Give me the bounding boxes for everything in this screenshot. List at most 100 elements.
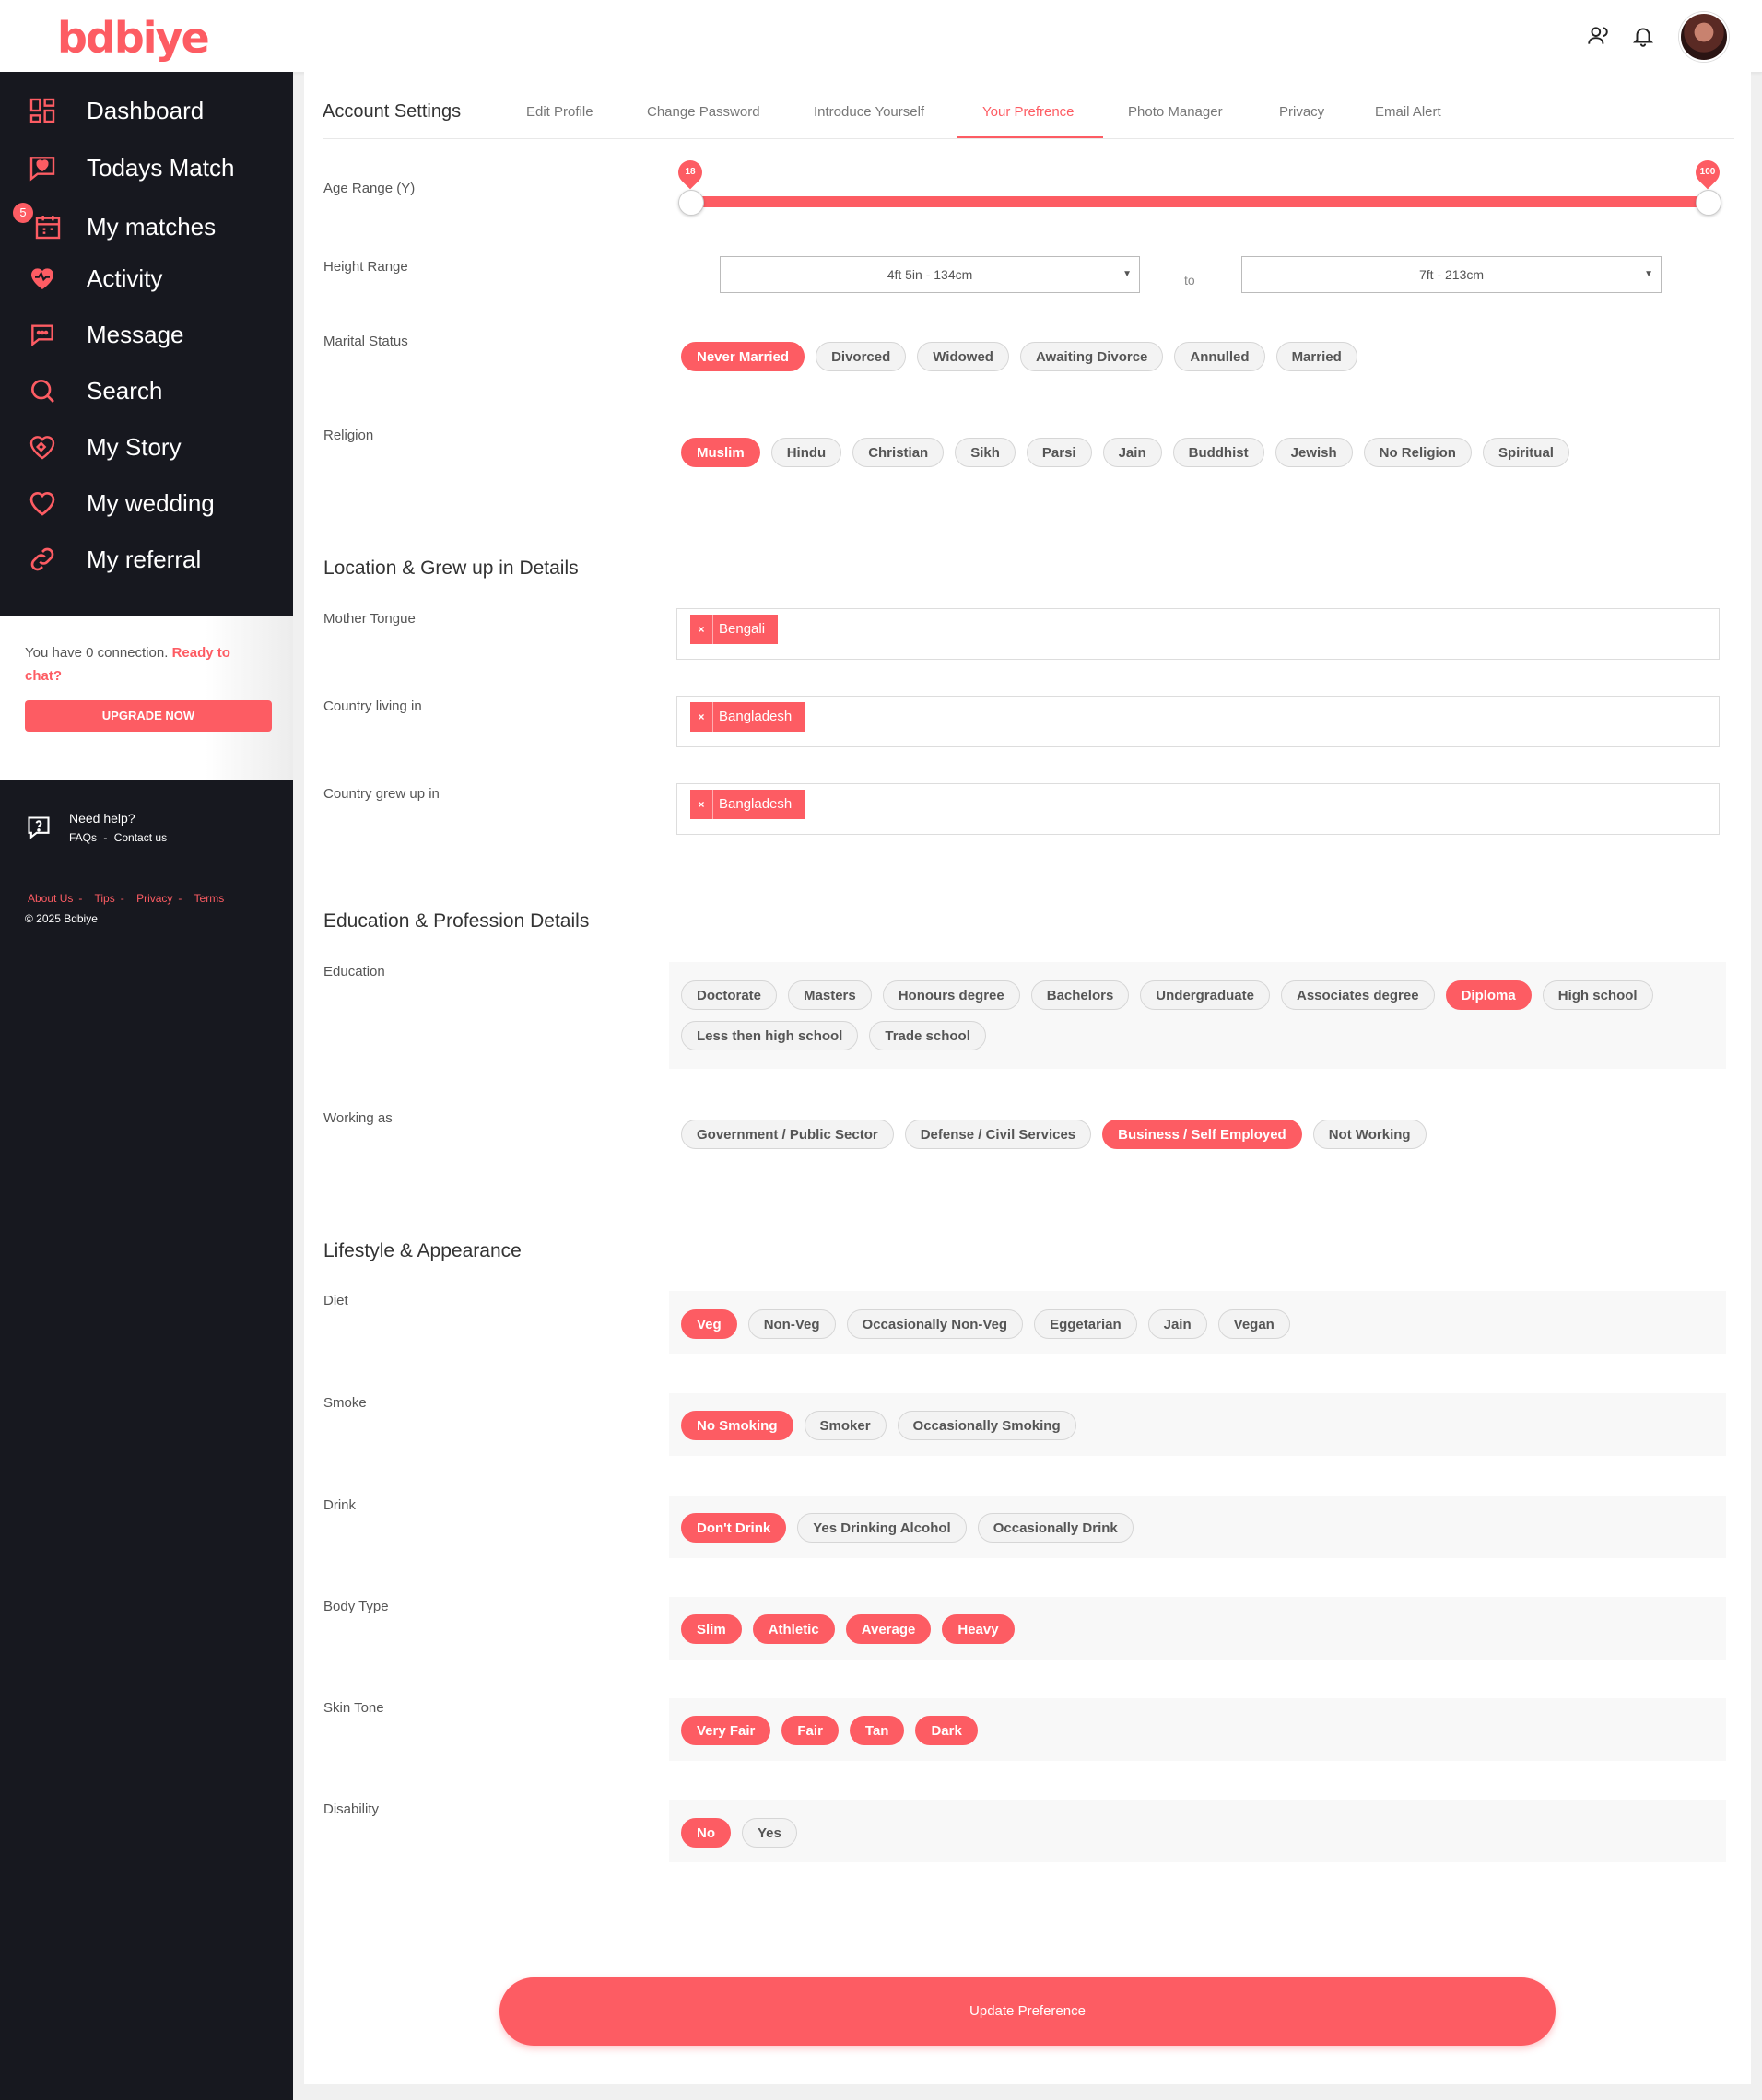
option-chip-fair[interactable]: Fair bbox=[781, 1716, 839, 1745]
footer-link-tips[interactable]: Tips bbox=[94, 892, 114, 905]
sidebar-item-my-referral[interactable]: My referral bbox=[0, 534, 293, 585]
option-chip-divorced[interactable]: Divorced bbox=[816, 342, 907, 371]
option-chip-eggetarian[interactable]: Eggetarian bbox=[1034, 1309, 1137, 1339]
height-from-value: 4ft 5in - 134cm bbox=[887, 267, 973, 282]
option-chip-never-married[interactable]: Never Married bbox=[681, 342, 805, 371]
option-chip-masters[interactable]: Masters bbox=[788, 980, 872, 1010]
tab-your-preference[interactable]: Your Prefrence bbox=[982, 104, 1075, 120]
option-chip-occasionally-smoking[interactable]: Occasionally Smoking bbox=[897, 1411, 1076, 1440]
option-chip-jewish[interactable]: Jewish bbox=[1275, 438, 1353, 467]
option-chip-non-veg[interactable]: Non-Veg bbox=[747, 1309, 836, 1339]
option-chip-sikh[interactable]: Sikh bbox=[955, 438, 1016, 467]
remove-tag-icon[interactable]: × bbox=[690, 790, 713, 819]
sidebar-item-my-story[interactable]: My Story bbox=[0, 421, 293, 473]
sidebar-item-message[interactable]: Message bbox=[0, 309, 293, 360]
option-chip-very-fair[interactable]: Very Fair bbox=[681, 1716, 771, 1745]
tab-edit-profile[interactable]: Edit Profile bbox=[526, 104, 593, 120]
sidebar-item-activity[interactable]: Activity bbox=[0, 252, 293, 304]
remove-tag-icon[interactable]: × bbox=[690, 615, 713, 644]
sidebar-item-todays-match[interactable]: Todays Match bbox=[0, 142, 293, 194]
tab-photo-manager[interactable]: Photo Manager bbox=[1128, 104, 1223, 120]
footer-link-privacy[interactable]: Privacy bbox=[136, 892, 172, 905]
option-chip-muslim[interactable]: Muslim bbox=[681, 438, 760, 467]
tab-introduce-yourself[interactable]: Introduce Yourself bbox=[814, 104, 924, 120]
option-chip-bachelors[interactable]: Bachelors bbox=[1030, 980, 1130, 1010]
option-chip-not-working[interactable]: Not Working bbox=[1312, 1120, 1427, 1149]
option-chip-occasionally-non-veg[interactable]: Occasionally Non-Veg bbox=[846, 1309, 1024, 1339]
sidebar-item-my-wedding[interactable]: My wedding bbox=[0, 477, 293, 529]
option-chip-slim[interactable]: Slim bbox=[681, 1614, 742, 1644]
option-chip-christian[interactable]: Christian bbox=[852, 438, 945, 467]
option-chip-high-school[interactable]: High school bbox=[1542, 980, 1653, 1010]
age-range-label: Age Range (Y) bbox=[323, 181, 416, 196]
option-chip-undergraduate[interactable]: Undergraduate bbox=[1140, 980, 1270, 1010]
tab-change-password[interactable]: Change Password bbox=[647, 104, 760, 120]
option-chip-diploma[interactable]: Diploma bbox=[1445, 980, 1532, 1010]
upgrade-now-button[interactable]: UPGRADE NOW bbox=[25, 700, 272, 732]
option-chip-veg[interactable]: Veg bbox=[681, 1309, 737, 1339]
help-icon bbox=[28, 816, 50, 839]
option-chip-no-religion[interactable]: No Religion bbox=[1363, 438, 1472, 467]
option-chip-occasionally-drink[interactable]: Occasionally Drink bbox=[977, 1513, 1134, 1543]
option-chip-business-self-employed[interactable]: Business / Self Employed bbox=[1102, 1120, 1302, 1149]
dashboard-icon bbox=[29, 98, 55, 123]
option-chip-hindu[interactable]: Hindu bbox=[770, 438, 842, 467]
option-chip-heavy[interactable]: Heavy bbox=[942, 1614, 1015, 1644]
option-chip-jain[interactable]: Jain bbox=[1102, 438, 1162, 467]
option-chip-annulled[interactable]: Annulled bbox=[1174, 342, 1265, 371]
option-chip-defense-civil-services[interactable]: Defense / Civil Services bbox=[904, 1120, 1092, 1149]
option-chip-honours-degree[interactable]: Honours degree bbox=[882, 980, 1020, 1010]
body-type-label: Body Type bbox=[323, 1599, 389, 1614]
bell-icon[interactable] bbox=[1631, 24, 1655, 48]
option-chip-married[interactable]: Married bbox=[1275, 342, 1357, 371]
option-chip-average[interactable]: Average bbox=[845, 1614, 932, 1644]
option-chip-don-t-drink[interactable]: Don't Drink bbox=[681, 1513, 787, 1543]
brand-logo[interactable]: bdbiye bbox=[57, 13, 210, 63]
remove-tag-icon[interactable]: × bbox=[690, 702, 713, 732]
faqs-link[interactable]: FAQs bbox=[69, 831, 97, 844]
option-chip-associates-degree[interactable]: Associates degree bbox=[1280, 980, 1435, 1010]
height-to-select[interactable]: 7ft - 213cm ▼ bbox=[1241, 256, 1662, 293]
height-to-label: to bbox=[1184, 273, 1195, 287]
option-chip-yes-drinking-alcohol[interactable]: Yes Drinking Alcohol bbox=[797, 1513, 967, 1543]
country-living-input[interactable]: × Bangladesh bbox=[676, 696, 1720, 747]
option-chip-doctorate[interactable]: Doctorate bbox=[681, 980, 778, 1010]
option-chip-awaiting-divorce[interactable]: Awaiting Divorce bbox=[1019, 342, 1164, 371]
option-chip-no-smoking[interactable]: No Smoking bbox=[681, 1411, 793, 1440]
option-chip-trade-school[interactable]: Trade school bbox=[869, 1021, 986, 1050]
tab-email-alert[interactable]: Email Alert bbox=[1375, 104, 1441, 120]
option-chip-widowed[interactable]: Widowed bbox=[917, 342, 1009, 371]
footer-link-terms[interactable]: Terms bbox=[194, 892, 225, 905]
footer-link-about[interactable]: About Us bbox=[28, 892, 73, 905]
sidebar-item-my-matches[interactable]: 5 My matches bbox=[0, 201, 293, 252]
option-chip-tan[interactable]: Tan bbox=[849, 1716, 905, 1745]
option-chip-smoker[interactable]: Smoker bbox=[804, 1411, 887, 1440]
option-chip-athletic[interactable]: Athletic bbox=[752, 1614, 835, 1644]
option-chip-no[interactable]: No bbox=[681, 1818, 731, 1848]
option-chip-buddhist[interactable]: Buddhist bbox=[1172, 438, 1264, 467]
user-avatar[interactable] bbox=[1679, 12, 1729, 62]
option-chip-less-then-high-school[interactable]: Less then high school bbox=[681, 1021, 859, 1050]
option-chip-parsi[interactable]: Parsi bbox=[1026, 438, 1092, 467]
option-chip-government-public-sector[interactable]: Government / Public Sector bbox=[681, 1120, 894, 1149]
option-chip-vegan[interactable]: Vegan bbox=[1217, 1309, 1290, 1339]
option-chip-jain[interactable]: Jain bbox=[1147, 1309, 1207, 1339]
option-chip-yes[interactable]: Yes bbox=[742, 1818, 797, 1848]
country-grew-input[interactable]: × Bangladesh bbox=[676, 783, 1720, 835]
sidebar-item-search[interactable]: Search bbox=[0, 365, 293, 416]
education-options: Doctorate Masters Honours degree Bachelors U… bbox=[681, 980, 1713, 1050]
contact-us-link[interactable]: Contact us bbox=[114, 831, 167, 844]
age-max-value: 100 bbox=[1699, 167, 1716, 177]
option-chip-spiritual[interactable]: Spiritual bbox=[1482, 438, 1569, 467]
option-chip-dark[interactable]: Dark bbox=[915, 1716, 978, 1745]
height-from-select[interactable]: 4ft 5in - 134cm ▼ bbox=[720, 256, 1140, 293]
sidebar-item-dashboard[interactable]: Dashboard bbox=[0, 85, 293, 136]
age-max-handle[interactable] bbox=[1696, 190, 1721, 216]
age-min-handle[interactable] bbox=[678, 190, 704, 216]
mother-tongue-input[interactable]: × Bengali bbox=[676, 608, 1720, 660]
update-preference-button[interactable]: Update Preference bbox=[499, 1977, 1556, 2046]
tab-privacy[interactable]: Privacy bbox=[1279, 104, 1324, 120]
help-links: FAQs - Contact us bbox=[69, 831, 167, 844]
users-icon[interactable] bbox=[1586, 24, 1610, 48]
sidebar-item-label: Activity bbox=[87, 264, 163, 292]
